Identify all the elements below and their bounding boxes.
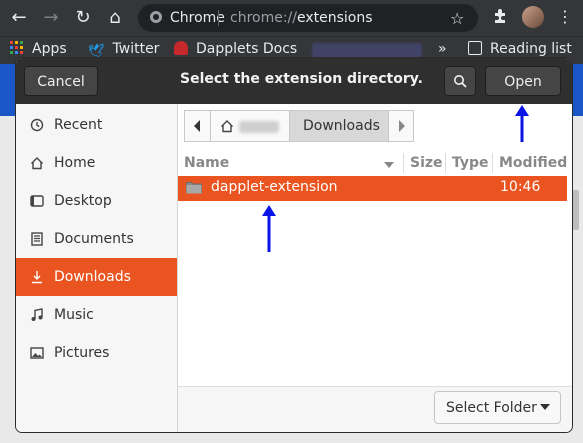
bookmark-label: Apps xyxy=(32,41,67,57)
address-bar[interactable]: Chrome chrome://extensions ☆ xyxy=(138,4,478,32)
site-name: Chrome xyxy=(170,10,225,26)
place-pictures[interactable]: Pictures xyxy=(16,334,177,372)
place-recent[interactable]: Recent xyxy=(16,106,177,144)
forward-arrow-icon[interactable]: → xyxy=(40,7,62,29)
file-name: dapplet-extension xyxy=(211,179,338,195)
site-chip: Chrome xyxy=(150,10,225,26)
column-separator xyxy=(492,153,493,173)
chevron-left-icon xyxy=(194,120,200,132)
open-button[interactable]: Open xyxy=(485,66,561,96)
place-home[interactable]: Home xyxy=(16,144,177,182)
bookmark-star-icon[interactable]: ☆ xyxy=(450,9,464,28)
folder-icon xyxy=(186,182,202,194)
sort-descending-icon xyxy=(384,162,394,168)
caret-down-icon xyxy=(540,404,550,410)
twitter-bird-icon: 🕊 xyxy=(88,44,105,59)
dialog-title: Select the extension directory. xyxy=(180,71,423,87)
url-path: extensions xyxy=(297,10,373,26)
column-separator xyxy=(403,153,404,173)
place-label: Desktop xyxy=(54,193,112,209)
select-folder-label: Select Folder xyxy=(446,400,537,416)
place-label: Downloads xyxy=(54,269,131,285)
blurred-username xyxy=(239,121,279,133)
reading-list-icon xyxy=(468,41,482,55)
path-downloads-segment[interactable]: Downloads xyxy=(289,110,389,142)
path-current-label: Downloads xyxy=(303,118,380,134)
file-modified: 10:46 xyxy=(500,179,541,195)
music-note-icon xyxy=(31,308,43,321)
home-icon xyxy=(31,157,43,170)
home-button-icon[interactable]: ⌂ xyxy=(104,7,126,29)
place-label: Music xyxy=(54,307,94,323)
bookmark-label: Dapplets Docs xyxy=(196,41,298,57)
chrome-logo-icon xyxy=(150,11,162,23)
column-header-size[interactable]: Size xyxy=(410,155,443,177)
profile-avatar[interactable] xyxy=(522,6,544,28)
place-label: Home xyxy=(54,155,96,171)
dialog-header: Cancel Select the extension directory. O… xyxy=(16,58,572,104)
dapplets-icon xyxy=(174,41,188,55)
place-music[interactable]: Music xyxy=(16,296,177,334)
place-label: Documents xyxy=(54,231,134,247)
search-icon xyxy=(454,75,467,88)
path-back-button[interactable] xyxy=(184,110,211,142)
url-scheme: chrome:// xyxy=(230,10,297,26)
file-list-area xyxy=(178,104,572,386)
url-text: chrome://extensions xyxy=(230,10,373,26)
clock-icon xyxy=(30,118,44,132)
chevron-right-icon xyxy=(399,120,405,132)
place-documents[interactable]: Documents xyxy=(16,220,177,258)
place-desktop[interactable]: Desktop xyxy=(16,182,177,220)
bookmark-twitter[interactable]: 🕊 Twitter xyxy=(88,41,160,59)
bookmarks-overflow-icon[interactable]: » xyxy=(438,41,447,57)
back-arrow-icon[interactable]: ← xyxy=(8,7,30,29)
download-icon xyxy=(32,271,42,284)
desktop-icon xyxy=(30,195,44,207)
more-menu-icon[interactable]: ⋮ xyxy=(557,7,573,26)
blurred-bookmark[interactable] xyxy=(312,43,422,59)
documents-icon xyxy=(31,232,43,246)
picture-icon xyxy=(30,347,44,359)
column-header-name[interactable]: Name xyxy=(184,155,229,177)
path-forward-button[interactable] xyxy=(388,110,414,142)
omnibox-divider xyxy=(218,10,219,26)
home-icon xyxy=(221,120,233,133)
bookmark-label: Twitter xyxy=(112,41,160,57)
extensions-puzzle-icon[interactable] xyxy=(492,8,508,24)
annotation-arrow-folder xyxy=(262,205,276,252)
column-separator xyxy=(445,153,446,173)
place-downloads[interactable]: Downloads xyxy=(16,258,177,296)
reload-icon[interactable]: ↻ xyxy=(72,7,94,29)
browser-toolbar: ← → ↻ ⌂ Chrome chrome://extensions ☆ ⋮ xyxy=(0,0,583,36)
place-label: Recent xyxy=(54,117,103,133)
bookmark-reading-list[interactable]: Reading list xyxy=(468,41,572,57)
annotation-arrow-open xyxy=(515,105,529,142)
cancel-button[interactable]: Cancel xyxy=(24,66,98,96)
column-header-modified[interactable]: Modified xyxy=(499,155,567,177)
apps-grid-icon xyxy=(10,41,23,54)
place-label: Pictures xyxy=(54,345,110,361)
page-scrollbar[interactable] xyxy=(571,190,579,230)
places-sidebar: Recent Home Desktop Documents Downloads … xyxy=(16,104,178,432)
search-button[interactable] xyxy=(444,66,476,96)
bookmark-dapplets-docs[interactable]: Dapplets Docs xyxy=(174,41,297,57)
bookmark-apps[interactable]: Apps xyxy=(10,41,67,57)
bookmark-label: Reading list xyxy=(490,41,572,57)
select-folder-dropdown[interactable]: Select Folder xyxy=(434,391,561,424)
column-header-type[interactable]: Type xyxy=(452,155,489,177)
path-home-segment[interactable] xyxy=(210,110,290,142)
file-row[interactable]: dapplet-extension 10:46 xyxy=(178,176,567,201)
